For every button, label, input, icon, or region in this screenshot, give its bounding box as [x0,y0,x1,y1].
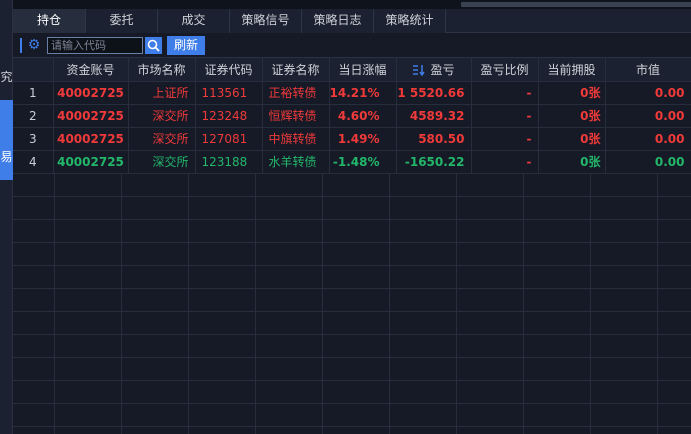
table-row[interactable]: 3 40002725 深交所 127081 中旗转债 1.49% 580.50 … [13,127,691,151]
header-change[interactable]: 当日涨幅 [329,58,397,82]
cell-account: 40002725 [53,104,129,128]
cell-market-value: 0.00 [605,81,691,105]
cell-change: 4.60% [329,104,397,128]
tab-strategy-stats[interactable]: 策略统计 [374,9,446,33]
cell-change: 1.49% [329,127,397,151]
cell-profit-loss: 580.50 [396,127,472,151]
cell-code: 127081 [195,127,263,151]
cell-pl-ratio: - [471,104,539,128]
cell-pl-ratio: - [471,81,539,105]
table-row[interactable]: 1 40002725 上证所 113561 正裕转债 14.21% 1 5520… [13,81,691,105]
cell-name: 正裕转债 [262,81,330,105]
cell-holding: 0张 [538,81,606,105]
search-icon [147,39,160,52]
cell-code: 113561 [195,81,263,105]
header-profit-loss-label: 盈亏 [430,62,455,77]
cell-index: 1 [13,81,54,105]
tab-strategy-signals[interactable]: 策略信号 [230,9,302,33]
cell-pl-ratio: - [471,127,539,151]
refresh-button[interactable]: 刷新 [167,36,205,55]
cell-name: 水羊转债 [262,150,330,174]
table-row[interactable]: 2 40002725 深交所 123248 恒辉转债 4.60% 4589.32… [13,104,691,128]
header-index [13,58,54,82]
cell-change: 14.21% [329,81,397,105]
header-name[interactable]: 证券名称 [262,58,330,82]
left-nav-strip: 究 易 [0,0,13,434]
cell-index: 2 [13,104,54,128]
cell-name: 恒辉转债 [262,104,330,128]
cell-holding: 0张 [538,150,606,174]
cell-market: 深交所 [128,104,196,128]
cell-code: 123248 [195,104,263,128]
header-account[interactable]: 资金账号 [53,58,129,82]
table-row[interactable]: 4 40002725 深交所 123188 水羊转债 -1.48% -1650.… [13,150,691,174]
cell-account: 40002725 [53,81,129,105]
positions-table: 资金账号 市场名称 证券代码 证券名称 当日涨幅 盈亏 盈亏比例 当前拥股 市值 [13,58,691,174]
sort-icon [413,64,426,76]
code-search-input[interactable] [47,37,143,54]
tab-trades[interactable]: 成交 [158,9,230,33]
cell-market-value: 0.00 [605,104,691,128]
cell-pl-ratio: - [471,150,539,174]
header-pl-ratio[interactable]: 盈亏比例 [471,58,539,82]
cell-market: 深交所 [128,150,196,174]
header-market-value[interactable]: 市值 [605,58,691,82]
cell-account: 40002725 [53,127,129,151]
cell-market: 深交所 [128,127,196,151]
cell-name: 中旗转债 [262,127,330,151]
cell-index: 3 [13,127,54,151]
top-scroll-bar [13,0,691,9]
header-profit-loss[interactable]: 盈亏 [396,58,472,82]
header-market[interactable]: 市场名称 [128,58,196,82]
cell-index: 4 [13,150,54,174]
toolbar-divider [20,38,22,53]
left-nav-item-research[interactable]: 究 [0,68,13,85]
cell-code: 123188 [195,150,263,174]
horizontal-scroll-thumb[interactable] [461,2,691,7]
cell-holding: 0张 [538,127,606,151]
cell-profit-loss: 1 5520.66 [396,81,472,105]
tab-positions[interactable]: 持仓 [13,9,86,33]
tab-orders[interactable]: 委托 [86,9,158,33]
cell-market: 上证所 [128,81,196,105]
cell-profit-loss: -1650.22 [396,150,472,174]
cell-market-value: 0.00 [605,127,691,151]
cell-holding: 0张 [538,104,606,128]
cell-change: -1.48% [329,150,397,174]
cell-market-value: 0.00 [605,150,691,174]
cell-account: 40002725 [53,150,129,174]
left-nav-item-trade-label: 易 [0,150,13,164]
search-button[interactable] [145,37,162,54]
tab-strategy-log[interactable]: 策略日志 [302,9,374,33]
header-holding[interactable]: 当前拥股 [538,58,606,82]
gear-icon[interactable]: ⚙ [26,37,42,53]
trading-panel: 究 易 持仓 委托 成交 策略信号 策略日志 策略统计 ⚙ 刷新 [0,0,691,434]
cell-profit-loss: 4589.32 [396,104,472,128]
left-nav-item-trade-active[interactable] [0,100,13,180]
toolbar: ⚙ 刷新 [13,33,691,58]
table-header-row: 资金账号 市场名称 证券代码 证券名称 当日涨幅 盈亏 盈亏比例 当前拥股 市值 [13,58,691,82]
tab-bar: 持仓 委托 成交 策略信号 策略日志 策略统计 [13,9,691,33]
header-code[interactable]: 证券代码 [195,58,263,82]
